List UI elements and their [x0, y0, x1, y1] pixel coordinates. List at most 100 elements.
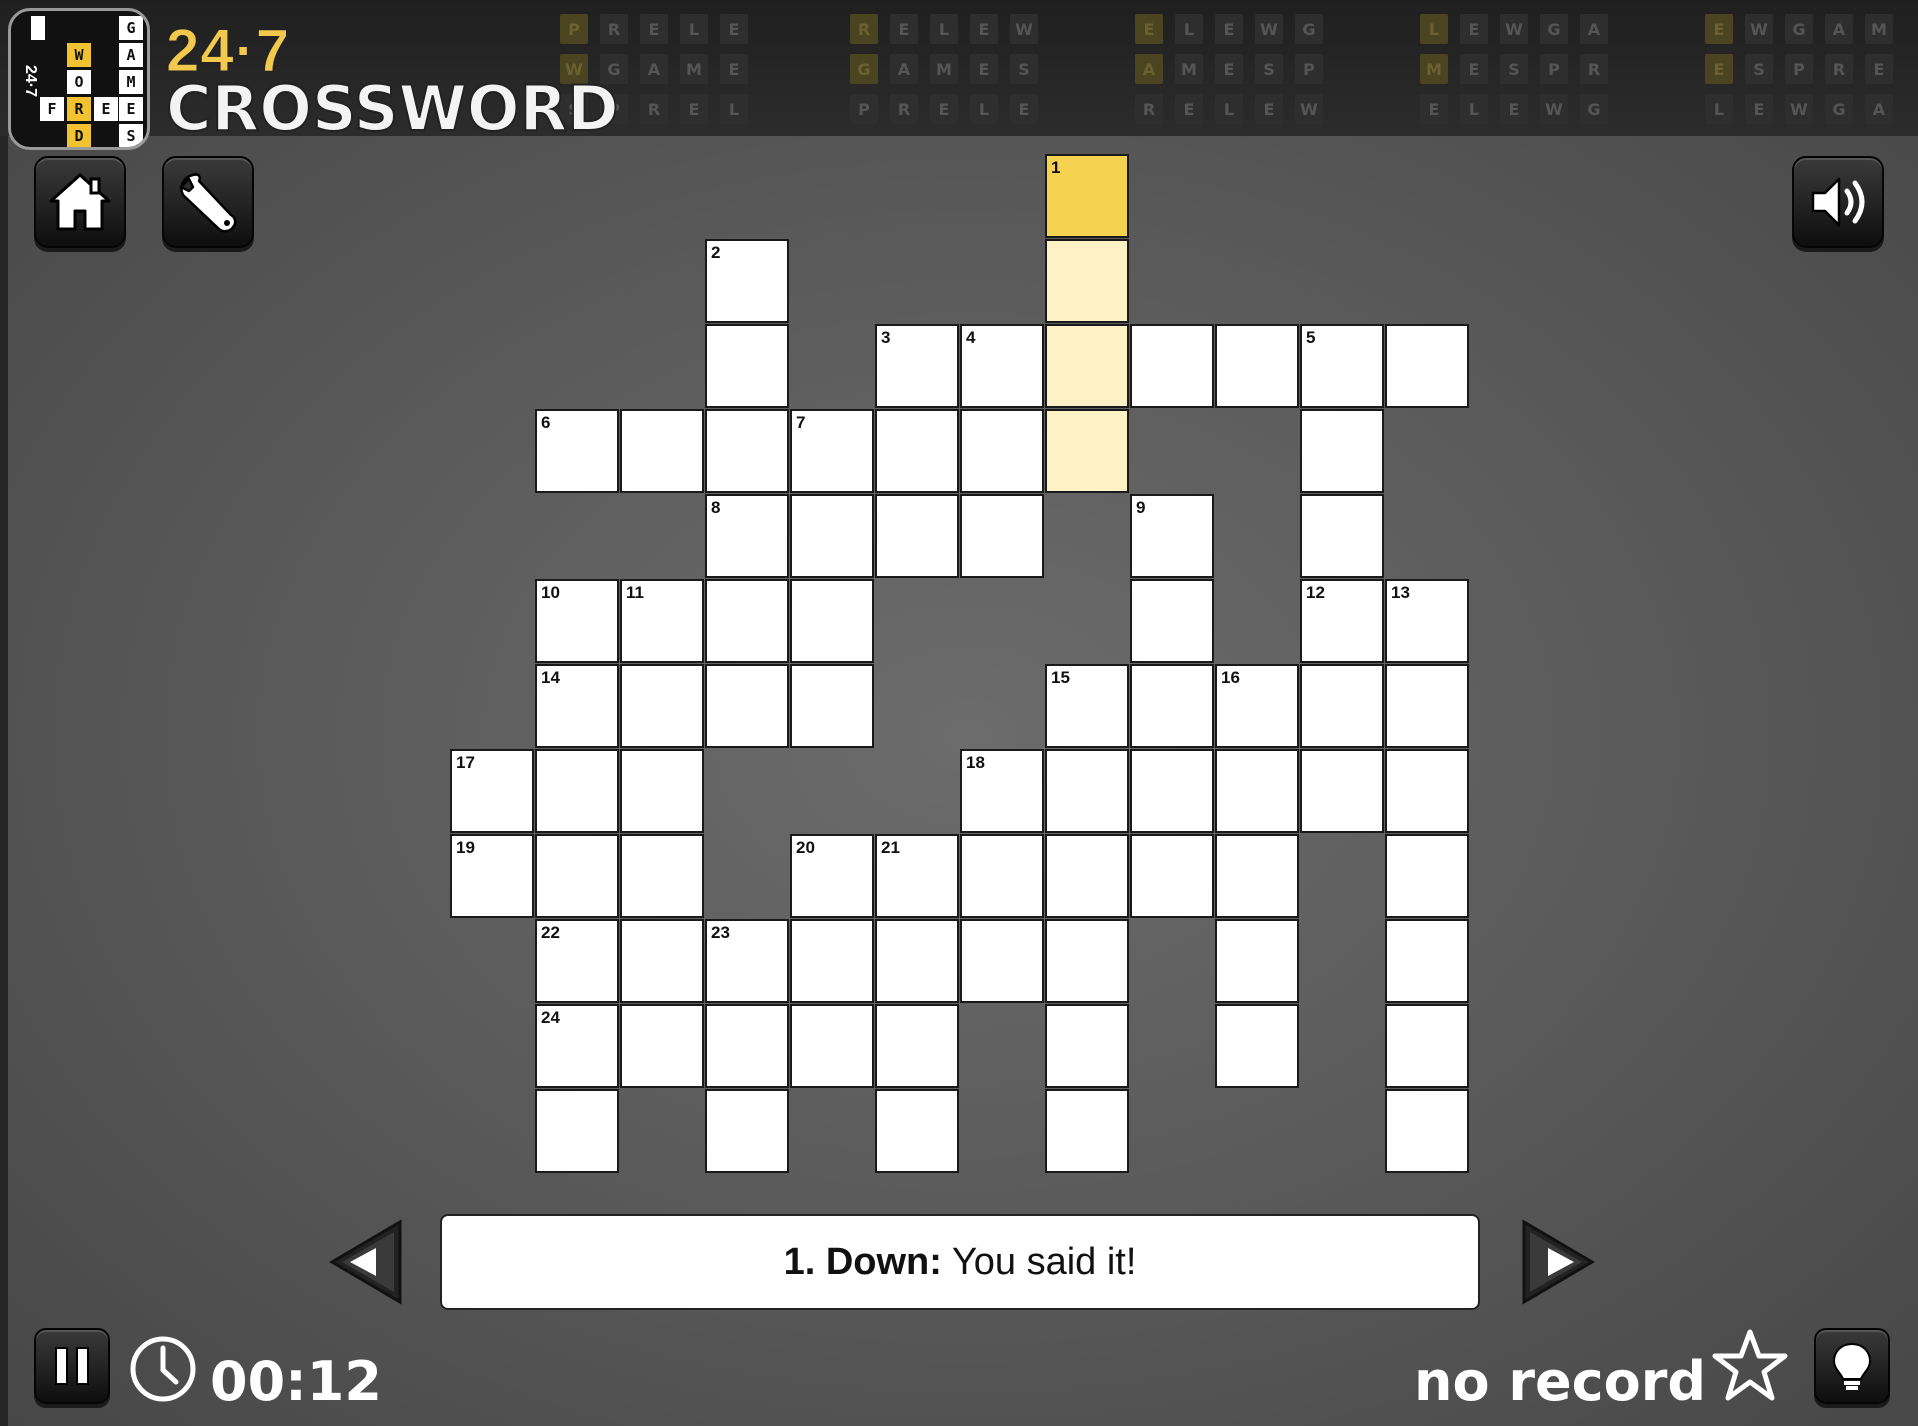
grid-cell[interactable] — [960, 919, 1044, 1003]
sound-button[interactable] — [1792, 156, 1884, 248]
grid-cell[interactable] — [705, 579, 789, 663]
grid-cell[interactable] — [875, 409, 959, 493]
grid-cell[interactable] — [1045, 1089, 1129, 1173]
grid-cell[interactable]: 11 — [620, 579, 704, 663]
settings-button[interactable] — [162, 156, 254, 248]
grid-cell[interactable] — [1045, 324, 1129, 408]
grid-cell[interactable] — [960, 834, 1044, 918]
grid-cell[interactable] — [705, 409, 789, 493]
home-button[interactable] — [34, 156, 126, 248]
grid-cell[interactable]: 6 — [535, 409, 619, 493]
header-bg-tile: L — [1420, 14, 1448, 44]
grid-cell[interactable] — [620, 409, 704, 493]
logo-tile-icon: G W A O M F R E E D S 24·7 — [8, 8, 150, 150]
grid-cell[interactable]: 5 — [1300, 324, 1384, 408]
grid-cell[interactable] — [1130, 749, 1214, 833]
grid-cell[interactable] — [1130, 579, 1214, 663]
grid-cell[interactable] — [1385, 324, 1469, 408]
grid-cell[interactable] — [960, 494, 1044, 578]
grid-cell[interactable]: 17 — [450, 749, 534, 833]
grid-cell[interactable] — [1130, 324, 1214, 408]
grid-cell[interactable]: 20 — [790, 834, 874, 918]
logo-letter: G — [119, 16, 143, 40]
header-bg-tile: P — [850, 94, 878, 124]
grid-cell[interactable]: 2 — [705, 239, 789, 323]
grid-cell[interactable] — [1045, 834, 1129, 918]
next-clue-button[interactable] — [1516, 1218, 1600, 1306]
grid-cell[interactable]: 18 — [960, 749, 1044, 833]
grid-cell[interactable]: 16 — [1215, 664, 1299, 748]
grid-cell[interactable] — [705, 1089, 789, 1173]
grid-cell[interactable] — [790, 919, 874, 1003]
grid-cell[interactable] — [535, 834, 619, 918]
header-bg-tile: M — [680, 54, 708, 84]
grid-cell[interactable] — [620, 664, 704, 748]
grid-cell[interactable] — [535, 749, 619, 833]
previous-clue-button[interactable] — [324, 1218, 408, 1306]
grid-cell[interactable] — [1215, 919, 1299, 1003]
grid-cell[interactable] — [705, 1004, 789, 1088]
grid-cell[interactable] — [1385, 664, 1469, 748]
grid-cell[interactable] — [1045, 239, 1129, 323]
grid-cell[interactable] — [790, 1004, 874, 1088]
header-bg-tile: E — [1865, 54, 1893, 84]
grid-cell[interactable] — [620, 919, 704, 1003]
grid-cell[interactable]: 10 — [535, 579, 619, 663]
grid-cell[interactable]: 23 — [705, 919, 789, 1003]
grid-cell[interactable] — [1385, 749, 1469, 833]
clue-number: 3 — [881, 328, 891, 347]
grid-cell[interactable] — [1385, 834, 1469, 918]
grid-cell[interactable] — [790, 579, 874, 663]
clue-bar[interactable]: 1. Down: You said it! — [440, 1214, 1480, 1310]
grid-cell[interactable]: 21 — [875, 834, 959, 918]
grid-cell[interactable] — [875, 1089, 959, 1173]
grid-cell[interactable] — [1215, 1004, 1299, 1088]
grid-cell[interactable]: 4 — [960, 324, 1044, 408]
grid-cell[interactable] — [705, 324, 789, 408]
grid-cell[interactable] — [1130, 834, 1214, 918]
grid-cell[interactable] — [705, 664, 789, 748]
grid-cell[interactable] — [1300, 664, 1384, 748]
grid-cell[interactable] — [535, 1089, 619, 1173]
grid-cell[interactable]: 24 — [535, 1004, 619, 1088]
grid-cell[interactable]: 13 — [1385, 579, 1469, 663]
grid-cell[interactable] — [1215, 749, 1299, 833]
grid-cell[interactable]: 1 — [1045, 154, 1129, 238]
grid-cell[interactable] — [1130, 664, 1214, 748]
grid-cell[interactable]: 3 — [875, 324, 959, 408]
grid-cell[interactable]: 8 — [705, 494, 789, 578]
header-bg-tile: L — [1175, 14, 1203, 44]
grid-cell[interactable] — [620, 749, 704, 833]
grid-cell[interactable] — [1045, 1004, 1129, 1088]
grid-cell[interactable]: 15 — [1045, 664, 1129, 748]
grid-cell[interactable]: 12 — [1300, 579, 1384, 663]
pause-button[interactable] — [34, 1328, 110, 1404]
grid-cell[interactable] — [1385, 1004, 1469, 1088]
grid-cell[interactable]: 9 — [1130, 494, 1214, 578]
grid-cell[interactable] — [620, 1004, 704, 1088]
grid-cell[interactable] — [1385, 919, 1469, 1003]
grid-cell[interactable] — [1215, 834, 1299, 918]
grid-cell[interactable] — [790, 494, 874, 578]
hint-button[interactable] — [1814, 1328, 1890, 1404]
grid-cell[interactable] — [1385, 1089, 1469, 1173]
grid-cell[interactable]: 14 — [535, 664, 619, 748]
grid-cell[interactable] — [875, 1004, 959, 1088]
logo-letter: A — [119, 43, 143, 67]
grid-cell[interactable]: 19 — [450, 834, 534, 918]
grid-cell[interactable] — [620, 834, 704, 918]
grid-cell[interactable] — [875, 919, 959, 1003]
grid-cell[interactable] — [1300, 749, 1384, 833]
grid-cell[interactable] — [1045, 409, 1129, 493]
grid-cell[interactable] — [1300, 494, 1384, 578]
clue-number: 8 — [711, 498, 721, 517]
grid-cell[interactable]: 22 — [535, 919, 619, 1003]
grid-cell[interactable] — [1300, 409, 1384, 493]
grid-cell[interactable] — [1215, 324, 1299, 408]
grid-cell[interactable] — [960, 409, 1044, 493]
grid-cell[interactable]: 7 — [790, 409, 874, 493]
grid-cell[interactable] — [1045, 919, 1129, 1003]
grid-cell[interactable] — [875, 494, 959, 578]
grid-cell[interactable] — [1045, 749, 1129, 833]
grid-cell[interactable] — [790, 664, 874, 748]
